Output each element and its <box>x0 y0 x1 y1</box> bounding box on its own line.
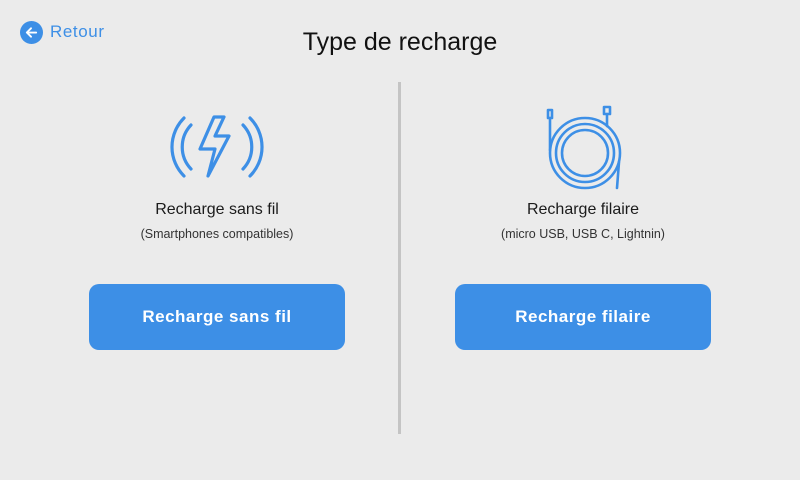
wired-charging-button[interactable]: Recharge filaire <box>455 284 711 350</box>
wired-option-subtitle: (micro USB, USB C, Lightnin) <box>501 227 665 241</box>
wired-option-panel: Recharge filaire (micro USB, USB C, Ligh… <box>383 90 783 370</box>
wireless-charging-button[interactable]: Recharge sans fil <box>89 284 345 350</box>
wireless-option-title: Recharge sans fil <box>155 201 279 218</box>
cable-icon <box>546 105 622 190</box>
wireless-option-subtitle: (Smartphones compatibles) <box>140 227 294 241</box>
wired-option-title: Recharge filaire <box>526 201 640 218</box>
wireless-option-panel: Recharge sans fil (Smartphones compatibl… <box>17 90 417 370</box>
wireless-charging-icon <box>170 115 264 178</box>
page-title: Type de recharge <box>302 28 498 56</box>
